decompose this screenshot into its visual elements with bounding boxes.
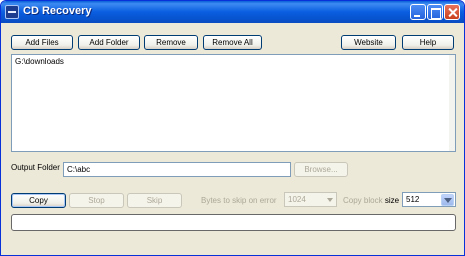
remove-button[interactable]: Remove [144,35,198,50]
copy-block-label-suffix: size [384,196,400,205]
copy-block-size-select[interactable]: 512 [402,192,456,207]
chevron-down-icon[interactable] [325,194,335,205]
window-title: CD Recovery [23,5,92,17]
minimize-button[interactable] [410,4,426,20]
copy-block-label: Copy block size [343,196,399,205]
close-button[interactable] [444,4,460,20]
copy-block-size-value: 512 [406,195,420,204]
maximize-button[interactable] [427,4,443,20]
help-button[interactable]: Help [402,35,454,50]
list-scrollbar[interactable] [449,55,455,151]
source-list[interactable]: G:\downloads [11,54,456,152]
app-window: CD Recovery Add Files Add Folder Remove … [0,0,465,256]
browse-button[interactable]: Browse... [294,162,348,177]
list-item[interactable]: G:\downloads [15,57,64,66]
bytes-to-skip-value: 1024 [288,195,306,204]
bytes-to-skip-label: Bytes to skip on error [201,196,277,205]
remove-all-button[interactable]: Remove All [203,35,262,50]
website-button[interactable]: Website [341,35,396,50]
bytes-to-skip-input[interactable]: 1024 [284,192,337,207]
add-files-button[interactable]: Add Files [11,35,73,50]
copy-block-label-text: Copy block [343,196,383,205]
stop-button[interactable]: Stop [69,193,124,208]
copy-progress-bar [11,214,456,231]
chevron-down-icon[interactable] [441,194,454,206]
add-folder-button[interactable]: Add Folder [78,35,140,50]
app-icon [5,5,19,19]
title-bar[interactable]: CD Recovery [1,1,464,23]
output-folder-input[interactable]: C:\abc [63,162,291,177]
output-folder-label: Output Folder [11,163,60,172]
copy-button[interactable]: Copy [11,193,66,208]
skip-button[interactable]: Skip [127,193,182,208]
